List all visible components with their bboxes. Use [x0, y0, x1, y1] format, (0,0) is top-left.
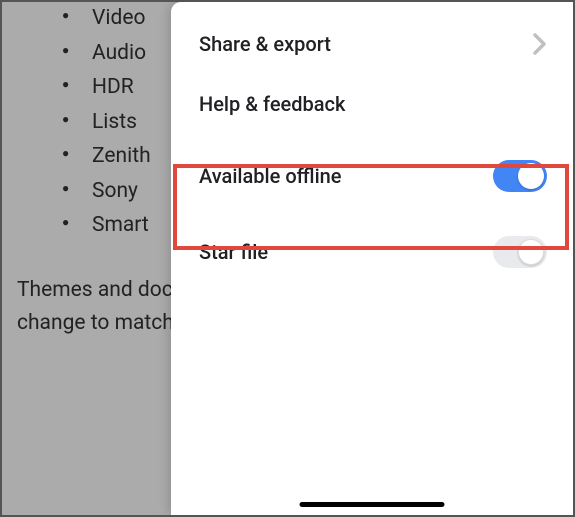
outer-frame	[0, 0, 575, 517]
